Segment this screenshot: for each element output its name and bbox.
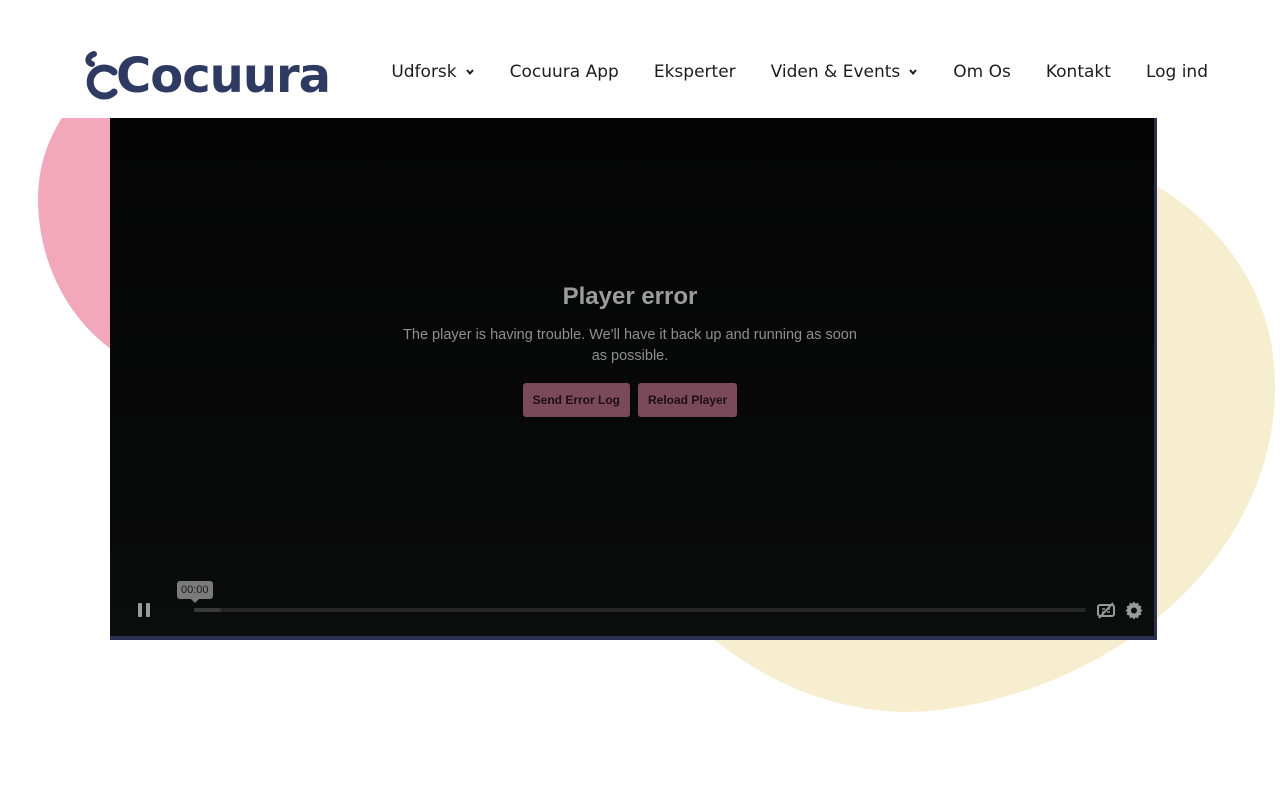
nav-udforsk[interactable]: Udforsk [391,62,474,82]
captions-off-icon[interactable] [1096,600,1116,620]
nav-label: Eksperter [653,62,736,82]
video-player[interactable]: Player error The player is having troubl… [110,118,1157,640]
nav-label: Viden & Events [770,62,901,82]
nav-om-os[interactable]: Om Os [953,62,1011,82]
send-error-log-button[interactable]: Send Error Log [522,383,630,417]
nav-eksperter[interactable]: Eksperter [654,62,736,82]
gear-icon[interactable] [1124,600,1144,620]
player-controls: 00:00 [110,576,1154,636]
progress-bar[interactable] [194,608,1086,612]
reload-player-button[interactable]: Reload Player [637,383,738,417]
main-nav: Udforsk Cocuura App Eksperter Viden & Ev… [391,62,1208,82]
brand-logo[interactable]: Cocuura [82,48,331,104]
nav-label: Udforsk [391,62,457,82]
error-message: The player is having trouble. We'll have… [403,327,857,364]
error-actions: Send Error Log Reload Player [390,383,870,417]
player-error-panel: Player error The player is having troubl… [390,283,870,417]
nav-label: Om Os [953,62,1011,82]
nav-label: Cocuura App [509,62,619,82]
nav-label: Log ind [1145,62,1208,82]
logo-mark-icon [85,51,118,100]
progress-fill [194,608,221,612]
pause-icon[interactable] [138,603,152,617]
time-tooltip: 00:00 [177,581,213,603]
chevron-down-icon [465,69,474,76]
nav-log-ind[interactable]: Log ind [1146,62,1208,82]
chevron-down-icon [909,69,918,76]
nav-kontakt[interactable]: Kontakt [1046,62,1111,82]
error-title: Player error [562,283,698,310]
nav-viden-events[interactable]: Viden & Events [771,62,919,82]
logo-text: Cocuura [116,48,331,104]
nav-label: Kontakt [1045,62,1111,82]
nav-cocuura-app[interactable]: Cocuura App [510,62,619,82]
site-header: Cocuura Udforsk Cocuura App Eksperter Vi… [0,0,1280,118]
